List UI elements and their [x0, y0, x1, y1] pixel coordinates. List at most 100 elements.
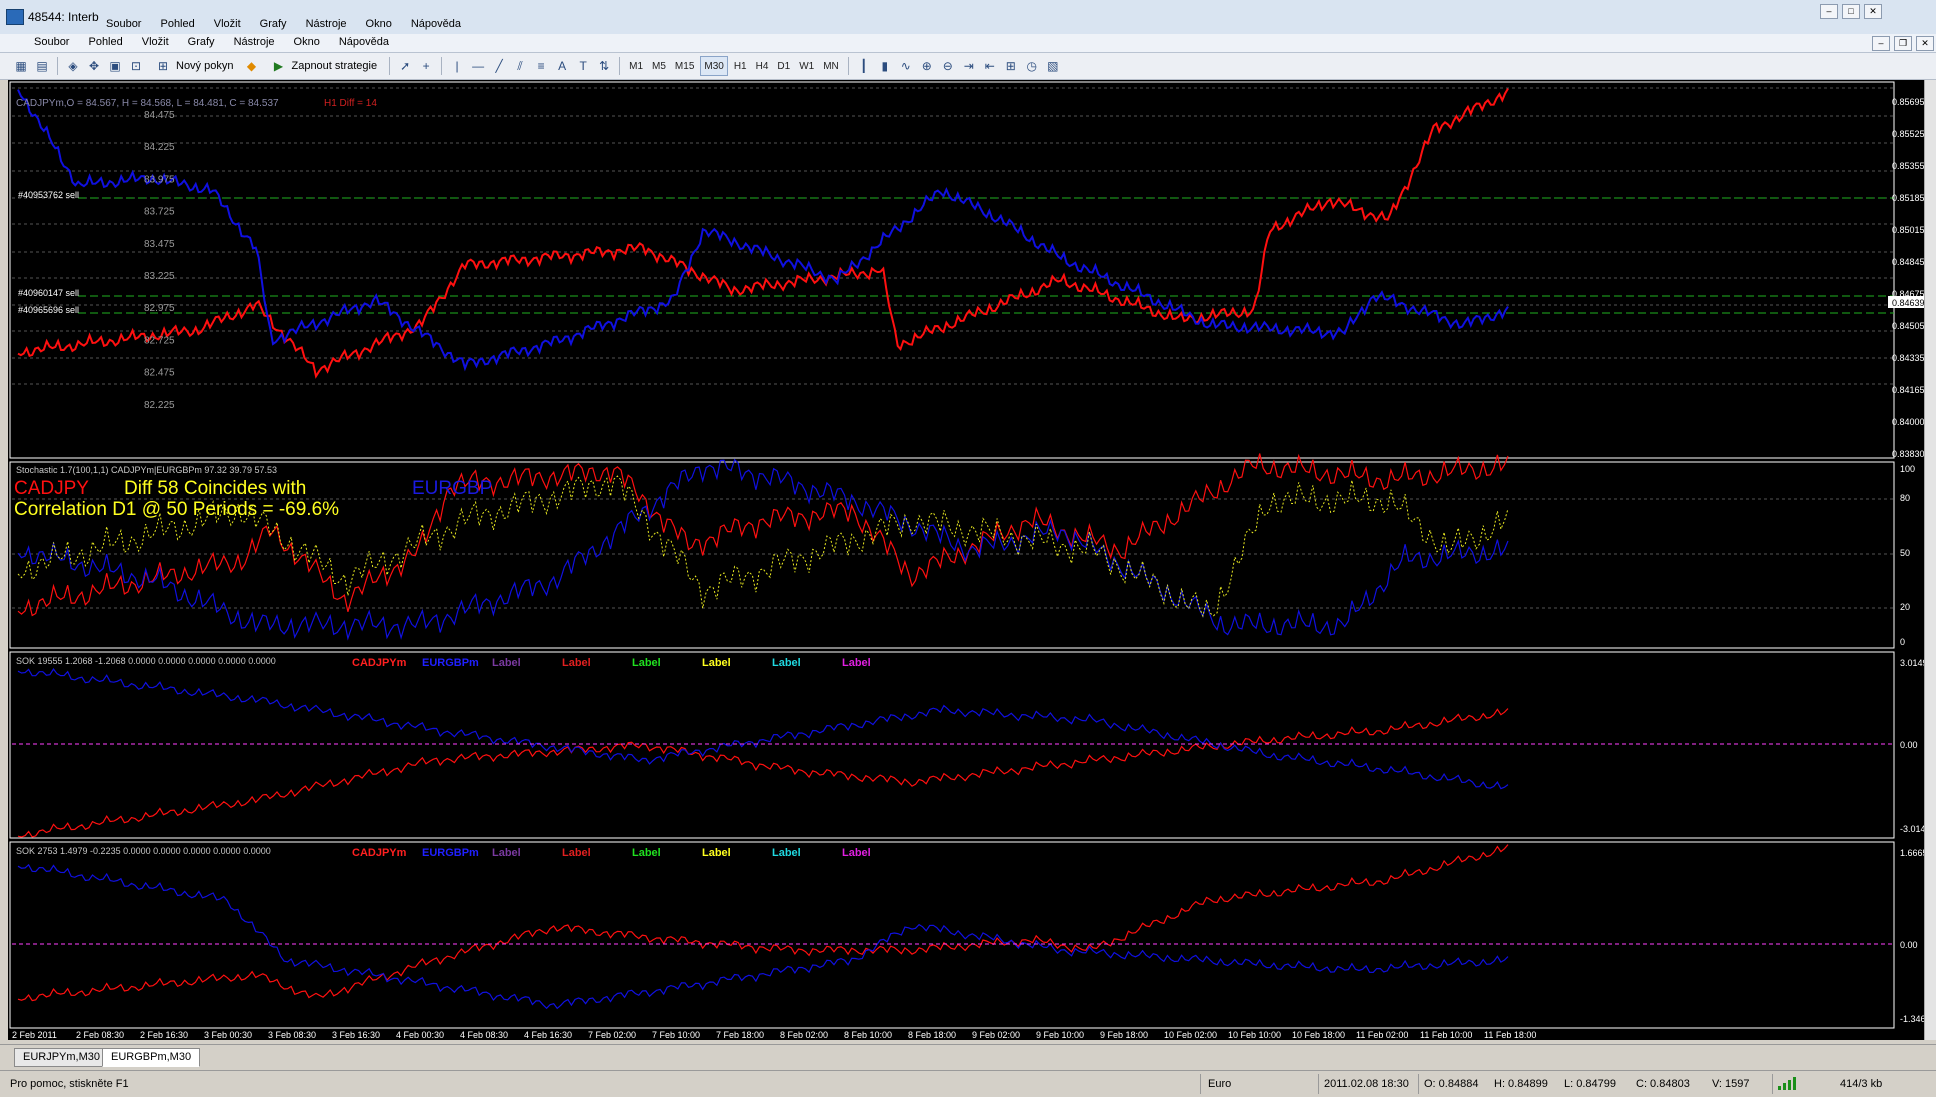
timeframe-m5[interactable]: M5	[649, 57, 669, 75]
status-high: H: 0.84899	[1494, 1078, 1548, 1090]
menu-vlozit[interactable]: Vložit	[142, 36, 169, 48]
chart-restore-icon[interactable]: ❐	[1894, 36, 1912, 51]
maximize-icon[interactable]: □	[1842, 4, 1860, 19]
chart-menu-bar: Soubor Pohled Vložit Grafy Nástroje Okno…	[0, 34, 1936, 53]
timeframe-m1[interactable]: M1	[626, 57, 646, 75]
right-scale-tick: 0.84845	[1892, 257, 1925, 267]
meta-editor-icon[interactable]: ◆	[242, 57, 260, 75]
menu-grafy[interactable]: Grafy	[188, 36, 215, 48]
outer-menu-napoveda[interactable]: Nápověda	[411, 18, 461, 30]
menu-okno[interactable]: Okno	[294, 36, 320, 48]
timeframe-h4[interactable]: H4	[753, 57, 772, 75]
time-axis-label: 10 Feb 02:00	[1164, 1030, 1217, 1040]
status-profile: Euro	[1208, 1078, 1232, 1090]
profiles-icon[interactable]: ▤	[33, 57, 51, 75]
series-layer	[17, 88, 1509, 1010]
trendline-icon[interactable]: ╱	[490, 57, 508, 75]
expert-advisors-button[interactable]: ▶ Zapnout strategie	[263, 56, 383, 76]
horizontal-line-icon[interactable]: —	[469, 57, 487, 75]
candlestick-icon[interactable]: ▮	[876, 57, 894, 75]
bar-chart-icon[interactable]: ┃	[855, 57, 873, 75]
toolbar-separator	[619, 57, 621, 75]
stoch-correlation-text: Correlation D1 @ 50 Periods = -69.6%	[14, 499, 339, 520]
zoom-out-icon[interactable]: ⊖	[939, 57, 957, 75]
stoch-scale-tick: 20	[1900, 602, 1910, 612]
timeframe-d1[interactable]: D1	[774, 57, 793, 75]
left-scale-tick: 82.475	[144, 368, 175, 379]
menu-napoveda[interactable]: Nápověda	[339, 36, 389, 48]
toolbar-separator	[847, 57, 849, 75]
outer-menu-vlozit[interactable]: Vložit	[214, 18, 241, 30]
status-divider	[1318, 1074, 1319, 1094]
time-axis-label: 10 Feb 10:00	[1228, 1030, 1281, 1040]
eurgbp-main-series	[17, 89, 1509, 372]
chart-shift-icon[interactable]: ⇤	[981, 57, 999, 75]
text-icon[interactable]: A	[553, 57, 571, 75]
outer-menu-nastroje[interactable]: Nástroje	[306, 18, 347, 30]
right-scale-tick: 0.85185	[1892, 193, 1925, 203]
label-icon[interactable]: T	[574, 57, 592, 75]
sok2-legend-label: Label	[632, 847, 661, 859]
time-axis-label: 9 Feb 10:00	[1036, 1030, 1084, 1040]
vertical-line-icon[interactable]: |	[448, 57, 466, 75]
timeframe-h1[interactable]: H1	[731, 57, 750, 75]
new-chart-icon[interactable]: ▦	[12, 57, 30, 75]
navigator-icon[interactable]: ✥	[85, 57, 103, 75]
close-icon[interactable]: ✕	[1864, 4, 1882, 19]
sok2-scale-tick: 0.00	[1900, 940, 1918, 950]
time-axis-label: 9 Feb 02:00	[972, 1030, 1020, 1040]
order-line-label-2: #40960147 sell	[18, 288, 79, 298]
new-order-label: Nový pokyn	[176, 60, 234, 72]
tab-eurjpym-m30[interactable]: EURJPYm,M30	[14, 1048, 110, 1067]
fibonacci-icon[interactable]: ≡	[532, 57, 550, 75]
sok2-legend-label: CADJPYm	[352, 847, 407, 859]
toolbar-separator	[57, 57, 58, 75]
menu-soubor[interactable]: Soubor	[34, 36, 69, 48]
chart-close-icon[interactable]: ✕	[1916, 36, 1934, 51]
timeframe-m15[interactable]: M15	[672, 57, 697, 75]
outer-menu-soubor[interactable]: Soubor	[106, 18, 141, 30]
new-order-button[interactable]: ⊞ Nový pokyn	[148, 56, 239, 76]
expert-label: Zapnout strategie	[291, 60, 378, 72]
main-info-line: CADJPYm,O = 84.567, H = 84.568, L = 84.4…	[16, 98, 279, 109]
periods-icon[interactable]: ◷	[1023, 57, 1041, 75]
chart-minimize-icon[interactable]: –	[1872, 36, 1890, 51]
line-chart-icon[interactable]: ∿	[897, 57, 915, 75]
crosshair-icon[interactable]: +	[417, 57, 435, 75]
cursor-icon[interactable]: ➚	[396, 57, 414, 75]
indicators-icon[interactable]: ⊞	[1002, 57, 1020, 75]
outer-menu-pohled[interactable]: Pohled	[160, 18, 194, 30]
left-scale-tick: 84.475	[144, 110, 175, 121]
tester-icon[interactable]: ⊡	[127, 57, 145, 75]
outer-menu-grafy[interactable]: Grafy	[260, 18, 287, 30]
arrows-icon[interactable]: ⇅	[595, 57, 613, 75]
auto-scroll-icon[interactable]: ⇥	[960, 57, 978, 75]
stoch-scale-tick: 80	[1900, 493, 1910, 503]
minimize-icon[interactable]: –	[1820, 4, 1838, 19]
time-axis-label: 11 Feb 10:00	[1420, 1030, 1472, 1040]
order-line-label-1: #40953762 sell	[18, 190, 79, 200]
right-scale-tick: 0.85695	[1892, 97, 1925, 107]
timeframe-w1[interactable]: W1	[796, 57, 817, 75]
outer-menu-bar: Soubor Pohled Vložit Grafy Nástroje Okno…	[106, 18, 461, 30]
chart-canvas[interactable]: CADJPYm,O = 84.567, H = 84.568, L = 84.4…	[8, 80, 1928, 1040]
terminal-icon[interactable]: ▣	[106, 57, 124, 75]
main-grid	[12, 87, 1894, 385]
vertical-scrollbar[interactable]	[1924, 80, 1936, 1040]
time-axis-label: 2 Feb 16:30	[140, 1030, 188, 1040]
channel-icon[interactable]: ⫽	[511, 57, 529, 75]
sok2-legend-label: Label	[702, 847, 731, 859]
chart-window[interactable]: CADJPYm,O = 84.567, H = 84.568, L = 84.4…	[8, 80, 1928, 1040]
timeframe-mn[interactable]: MN	[820, 57, 842, 75]
tab-eurgbpm-m30[interactable]: EURGBPm,M30	[102, 1048, 201, 1067]
zoom-in-icon[interactable]: ⊕	[918, 57, 936, 75]
time-axis-label: 3 Feb 16:30	[332, 1030, 380, 1040]
menu-pohled[interactable]: Pohled	[88, 36, 122, 48]
cadjpy-sok2-series	[17, 844, 1509, 1002]
timeframe-m30[interactable]: M30	[700, 56, 728, 76]
stoch-scale-tick: 0	[1900, 637, 1905, 647]
outer-menu-okno[interactable]: Okno	[366, 18, 392, 30]
market-watch-icon[interactable]: ◈	[64, 57, 82, 75]
menu-nastroje[interactable]: Nástroje	[234, 36, 275, 48]
templates-icon[interactable]: ▧	[1044, 57, 1062, 75]
